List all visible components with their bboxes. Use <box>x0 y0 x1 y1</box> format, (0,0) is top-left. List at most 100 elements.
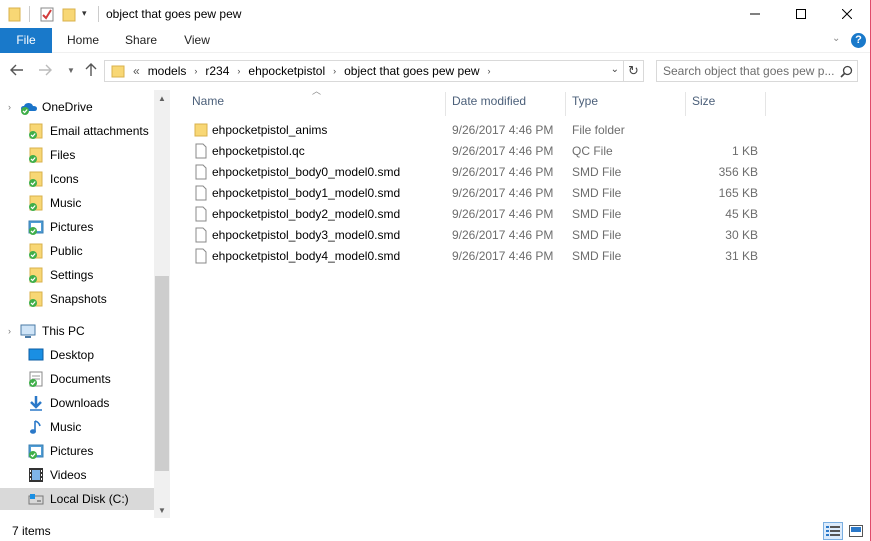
details-view-button[interactable] <box>823 522 843 540</box>
back-button[interactable] <box>8 60 26 80</box>
maximize-icon <box>796 9 806 19</box>
address-overflow[interactable]: « <box>125 64 144 78</box>
file-size: 45 KB <box>725 207 758 221</box>
breadcrumb-models[interactable]: models <box>144 64 191 78</box>
minimize-button[interactable] <box>732 0 778 28</box>
chevron-right-icon[interactable]: › <box>233 66 244 76</box>
synced-folder-icon <box>28 123 44 139</box>
videos-icon <box>28 467 44 483</box>
tree-item-settings[interactable]: Settings <box>0 264 154 286</box>
maximize-button[interactable] <box>778 0 824 28</box>
window-title: object that goes pew pew <box>106 7 242 21</box>
scrollbar-thumb[interactable] <box>155 276 169 471</box>
refresh-button[interactable]: ↻ <box>624 60 644 82</box>
breadcrumb-current[interactable]: object that goes pew pew <box>340 64 483 78</box>
forward-button[interactable] <box>36 60 54 80</box>
column-header-size[interactable]: Size <box>686 90 764 114</box>
chevron-down-icon: ▼ <box>67 65 75 75</box>
downloads-icon <box>28 395 44 411</box>
table-row[interactable]: ehpocketpistol_anims 9/26/2017 4:46 PM F… <box>190 119 770 140</box>
customize-toolbar-icon[interactable]: ▾ <box>82 8 92 24</box>
title-bar: ▾ object that goes pew pew <box>0 0 870 28</box>
search-icon[interactable] <box>840 65 853 78</box>
tree-label: Music <box>50 420 82 434</box>
table-row[interactable]: ehpocketpistol_body4_model0.smd 9/26/201… <box>190 245 770 266</box>
synced-folder-icon <box>28 243 44 259</box>
tree-item-pictures-onedrive[interactable]: Pictures <box>0 216 154 238</box>
tree-item-pictures[interactable]: Pictures <box>0 440 154 462</box>
column-header-type[interactable]: Type <box>566 90 684 114</box>
tree-item-documents[interactable]: Documents <box>0 368 154 390</box>
search-input[interactable] <box>663 64 835 78</box>
scroll-down-icon[interactable]: ▼ <box>154 502 170 518</box>
synced-folder-icon <box>28 195 44 211</box>
table-row[interactable]: ehpocketpistol_body0_model0.smd 9/26/201… <box>190 161 770 182</box>
status-bar: 7 items <box>0 518 870 541</box>
close-icon <box>842 9 852 19</box>
tree-item-onedrive[interactable]: › OneDrive <box>0 96 154 118</box>
pictures-icon <box>28 443 44 459</box>
explorer-window: ▾ object that goes pew pew File Home Sha… <box>0 0 871 541</box>
file-type: SMD File <box>572 249 622 263</box>
tab-view[interactable]: View <box>176 28 218 53</box>
tree-item-music[interactable]: Music <box>0 416 154 438</box>
table-row[interactable]: ehpocketpistol_body3_model0.smd 9/26/201… <box>190 224 770 245</box>
tree-item-downloads[interactable]: Downloads <box>0 392 154 414</box>
tree-item-email-attachments[interactable]: Email attachments <box>0 120 154 142</box>
table-row[interactable]: ehpocketpistol.qc 9/26/2017 4:46 PM QC F… <box>190 140 770 161</box>
address-dropdown-icon[interactable]: ⌄ <box>611 64 619 75</box>
tree-label: Desktop <box>50 348 95 362</box>
table-row[interactable]: ehpocketpistol_body1_model0.smd 9/26/201… <box>190 182 770 203</box>
divider <box>98 6 99 22</box>
column-header-date[interactable]: Date modified <box>446 90 564 114</box>
computer-icon <box>20 323 36 339</box>
tree-item-files[interactable]: Files <box>0 144 154 166</box>
new-folder-icon[interactable] <box>62 6 76 22</box>
file-type: QC File <box>572 144 613 158</box>
column-header-name[interactable]: Name <box>186 90 444 114</box>
chevron-right-icon[interactable]: › <box>484 66 495 76</box>
tree-item-public[interactable]: Public <box>0 240 154 262</box>
chevron-right-icon[interactable]: › <box>329 66 340 76</box>
help-icon[interactable]: ? <box>851 33 866 48</box>
chevron-right-icon[interactable]: › <box>190 66 201 76</box>
details-view-icon <box>826 526 840 536</box>
tree-item-music-onedrive[interactable]: Music <box>0 192 154 214</box>
chevron-down-icon[interactable]: › <box>8 102 11 112</box>
tab-file[interactable]: File <box>0 28 52 53</box>
large-icons-view-button[interactable] <box>846 522 866 540</box>
file-icon <box>194 248 208 264</box>
up-button[interactable] <box>82 60 100 80</box>
tab-share[interactable]: Share <box>118 28 164 53</box>
address-bar[interactable]: « models › r234 › ehpocketpistol › objec… <box>104 60 624 82</box>
tab-home[interactable]: Home <box>60 28 106 53</box>
file-size: 30 KB <box>725 228 758 242</box>
tree-item-local-disk[interactable]: Local Disk (C:) <box>0 488 154 510</box>
breadcrumb-r234[interactable]: r234 <box>201 64 233 78</box>
close-button[interactable] <box>824 0 870 28</box>
navpane-scrollbar[interactable]: ▲ ▼ <box>154 90 170 518</box>
tree-label: Snapshots <box>50 292 107 306</box>
tree-item-snapshots[interactable]: Snapshots <box>0 288 154 310</box>
file-icon <box>194 185 208 201</box>
breadcrumb-ehpocketpistol[interactable]: ehpocketpistol <box>244 64 329 78</box>
folder-icon <box>8 6 22 22</box>
recent-locations-button[interactable]: ▼ <box>62 60 80 80</box>
tree-item-videos[interactable]: Videos <box>0 464 154 486</box>
tree-item-desktop[interactable]: Desktop <box>0 344 154 366</box>
tree-label: Documents <box>50 372 111 386</box>
file-icon <box>194 164 208 180</box>
column-divider[interactable] <box>765 92 766 116</box>
tree-label: Files <box>50 148 76 162</box>
chevron-right-icon[interactable]: › <box>8 326 11 336</box>
scroll-up-icon[interactable]: ▲ <box>154 90 170 106</box>
up-arrow-icon <box>85 63 97 76</box>
tree-item-icons[interactable]: Icons <box>0 168 154 190</box>
properties-icon[interactable] <box>39 6 55 22</box>
large-icons-view-icon <box>849 525 863 537</box>
expand-ribbon-icon[interactable]: ⌄ <box>832 33 840 44</box>
search-box[interactable] <box>656 60 858 82</box>
table-row[interactable]: ehpocketpistol_body2_model0.smd 9/26/201… <box>190 203 770 224</box>
file-name: ehpocketpistol_body2_model0.smd <box>212 207 401 221</box>
tree-item-this-pc[interactable]: › This PC <box>0 320 154 342</box>
